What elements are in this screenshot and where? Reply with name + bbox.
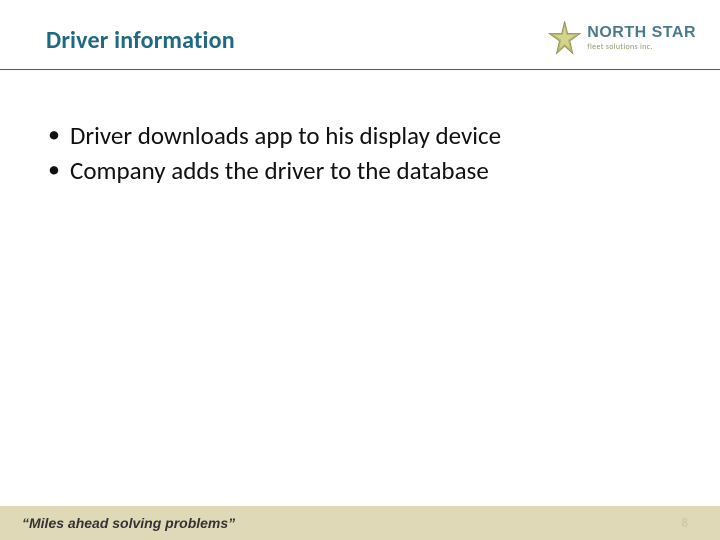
slide-title: Driver information [46,26,235,55]
bullet-list: Driver downloads app to his display devi… [46,120,680,187]
slide-body: Driver downloads app to his display devi… [46,120,680,191]
footer-tagline: “Miles ahead solving problems” [22,515,235,531]
company-logo: NORTH STAR fleet solutions inc. [546,8,696,68]
page-number: 8 [681,516,688,531]
slide-header: Driver information NORTH STAR fleet solu… [0,18,720,70]
list-item: Driver downloads app to his display devi… [46,120,680,151]
list-item: Company adds the driver to the database [46,155,680,186]
logo-sub-text: fleet solutions inc. [587,43,696,51]
slide-footer: “Miles ahead solving problems” 8 [0,506,720,540]
star-icon [546,15,583,61]
logo-main-text: NORTH STAR [587,25,696,41]
logo-text: NORTH STAR fleet solutions inc. [587,25,696,51]
